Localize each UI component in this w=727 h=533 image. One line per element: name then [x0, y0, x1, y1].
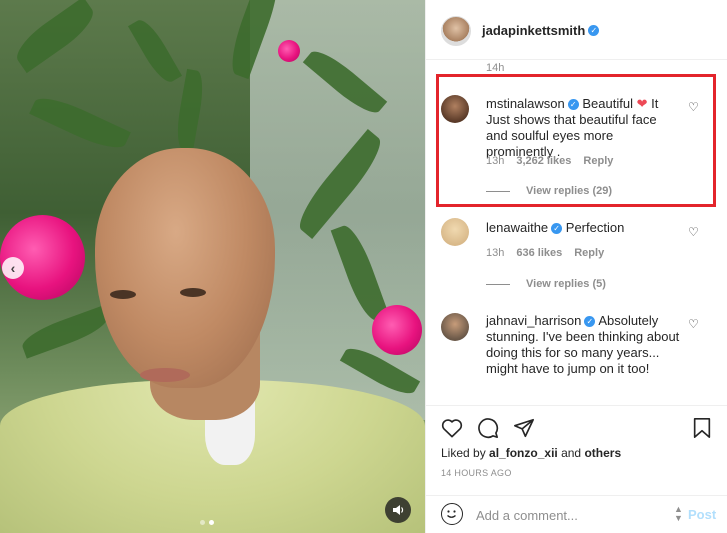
- reply-button[interactable]: Reply: [574, 247, 604, 259]
- add-comment-bar: ▲▼ Post: [426, 495, 727, 533]
- comment-likes[interactable]: 3,262 likes: [516, 155, 571, 167]
- view-replies-label: View replies (29): [526, 185, 613, 197]
- view-replies-button[interactable]: View replies (29): [486, 185, 612, 197]
- author-name-row: jadapinkettsmith ✓: [482, 22, 600, 40]
- liked-by-user[interactable]: al_fonzo_xii: [489, 446, 558, 460]
- pink-flower: [372, 305, 422, 355]
- post-header: jadapinkettsmith ✓: [426, 0, 727, 60]
- comment-text: mstinalawson ✓ Beautiful ❤ It Just shows …: [486, 96, 681, 160]
- commenter-username[interactable]: lenawaithe: [486, 220, 548, 235]
- comment-meta: 13h 636 likes Reply: [486, 247, 604, 259]
- commenter-username[interactable]: mstinalawson: [486, 96, 565, 111]
- smiley-icon[interactable]: [441, 503, 463, 525]
- commenter-avatar[interactable]: [441, 95, 469, 123]
- like-button[interactable]: [440, 416, 464, 440]
- like-comment-icon[interactable]: ♡: [688, 225, 699, 239]
- liked-by-conjunction: and: [561, 446, 582, 460]
- post-timestamp[interactable]: 14 HOURS AGO: [441, 468, 512, 478]
- person-head: [95, 148, 275, 388]
- carousel-prev-button[interactable]: ‹: [2, 257, 24, 279]
- eye: [110, 290, 136, 299]
- comment-meta: 13h 3,262 likes Reply: [486, 155, 613, 167]
- foliage: [173, 68, 207, 152]
- author-avatar[interactable]: [441, 16, 471, 46]
- paper-plane-icon: [514, 418, 534, 438]
- lips: [140, 368, 190, 382]
- post-actions: [426, 405, 727, 450]
- comment-body-start: Beautiful: [582, 96, 633, 111]
- comment-likes[interactable]: 636 likes: [516, 247, 562, 259]
- comment-text: jahnavi_harrison ✓ Absolutely stunning. I…: [486, 313, 681, 377]
- foliage: [18, 305, 112, 359]
- foliage: [127, 15, 183, 87]
- verified-badge-icon: ✓: [588, 25, 600, 37]
- comment-time: 13h: [486, 155, 505, 167]
- view-replies-button[interactable]: View replies (5): [486, 278, 606, 290]
- comment-bubble-icon: [478, 418, 499, 439]
- foliage: [29, 90, 131, 156]
- comment-input[interactable]: [476, 504, 666, 526]
- divider-line: [486, 283, 510, 285]
- share-button[interactable]: [512, 416, 536, 440]
- commenter-username[interactable]: jahnavi_harrison: [486, 313, 581, 328]
- liked-by-others[interactable]: others: [584, 446, 621, 460]
- comment-time: 13h: [486, 247, 505, 259]
- comment-text: lenawaithe ✓ Perfection: [486, 220, 681, 236]
- foliage: [9, 0, 101, 74]
- verified-badge-icon: ✓: [584, 316, 596, 328]
- audio-toggle-button[interactable]: [385, 497, 411, 523]
- scroll-arrows-icon[interactable]: ▲ ▼: [674, 505, 683, 523]
- speaker-icon: [393, 505, 404, 515]
- comments-list[interactable]: 14h mstinalawson ✓ Beautiful ❤ It Just sh…: [426, 60, 727, 405]
- commenter-avatar[interactable]: [441, 218, 469, 246]
- view-replies-label: View replies (5): [526, 278, 606, 290]
- author-username[interactable]: jadapinkettsmith: [482, 23, 585, 38]
- liked-by: Liked by al_fonzo_xii and others: [441, 446, 621, 460]
- like-comment-icon[interactable]: ♡: [688, 100, 699, 114]
- carousel-dots: [200, 520, 214, 525]
- like-comment-icon[interactable]: ♡: [688, 317, 699, 331]
- carousel-dot: [200, 520, 205, 525]
- pink-flower: [278, 40, 300, 62]
- bookmark-icon: [693, 418, 711, 438]
- chevron-left-icon: ‹: [10, 260, 16, 276]
- comment-body: Perfection: [565, 220, 625, 235]
- save-button[interactable]: [690, 416, 714, 440]
- red-heart-icon: ❤: [636, 96, 648, 111]
- post-comment-button[interactable]: Post: [688, 507, 716, 522]
- caption-time: 14h: [486, 62, 505, 74]
- heart-outline-icon: [441, 419, 463, 438]
- divider-line: [486, 190, 510, 192]
- verified-badge-icon: ✓: [551, 223, 563, 235]
- verified-badge-icon: ✓: [567, 99, 579, 111]
- post-media[interactable]: ‹: [0, 0, 425, 533]
- reply-button[interactable]: Reply: [583, 155, 613, 167]
- carousel-dot-active: [209, 520, 214, 525]
- post-side-panel: jadapinkettsmith ✓ 14h mstinalawson ✓ Beau…: [425, 0, 727, 533]
- eye: [180, 288, 206, 297]
- liked-by-prefix: Liked by: [441, 446, 486, 460]
- comment-button[interactable]: [476, 416, 500, 440]
- commenter-avatar[interactable]: [441, 313, 469, 341]
